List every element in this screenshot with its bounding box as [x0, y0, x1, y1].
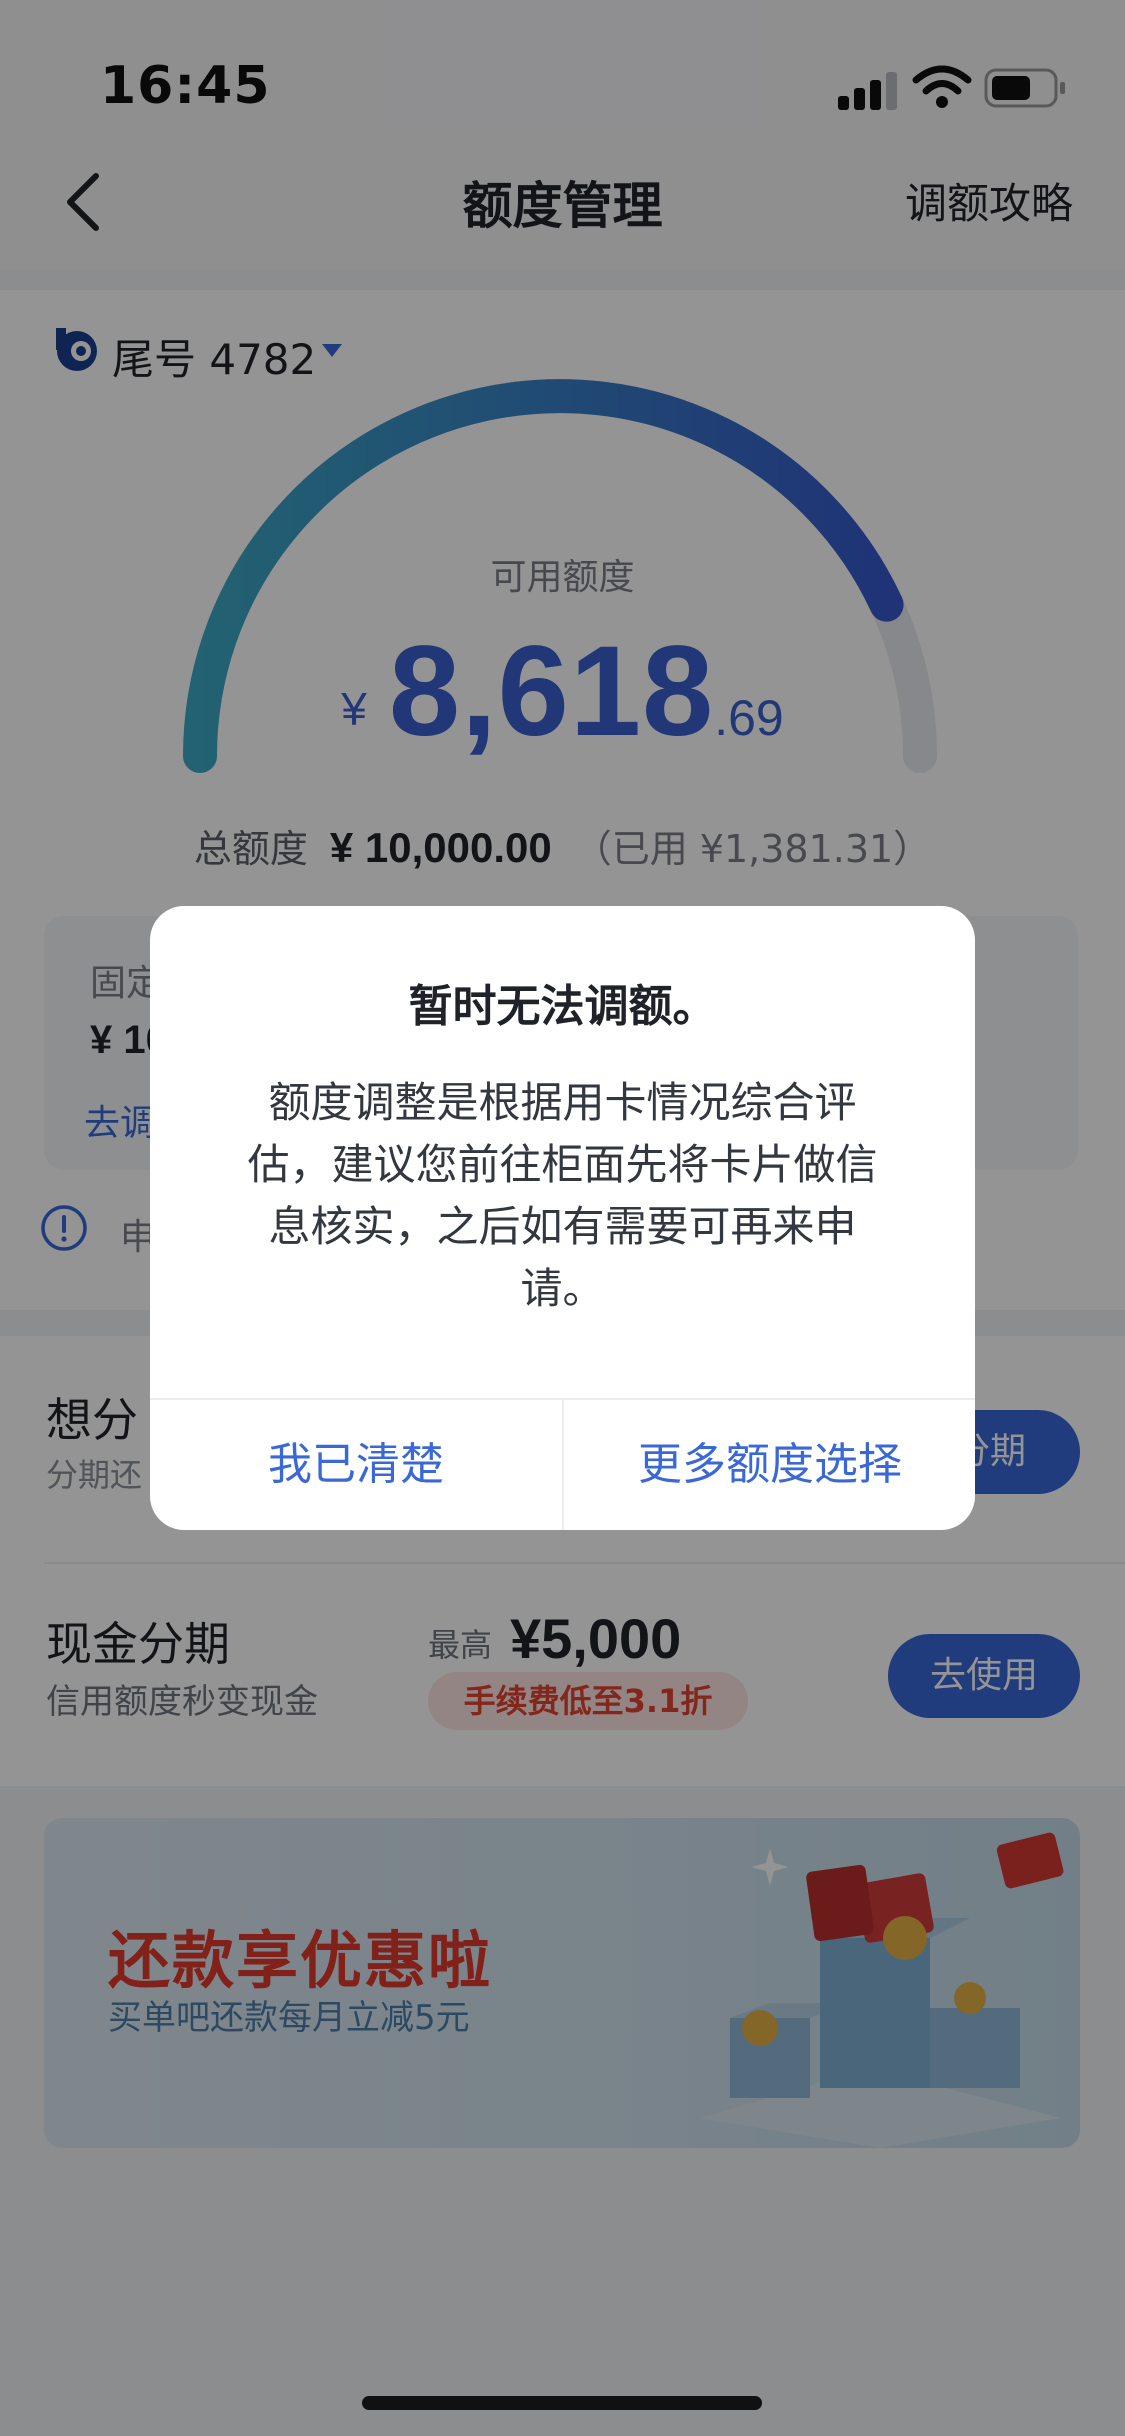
home-indicator [362, 2396, 762, 2410]
confirm-button[interactable]: 我已清楚 [150, 1400, 562, 1530]
alert-dialog: 暂时无法调额。 额度调整是根据用卡情况综合评估，建议您前往柜面先将卡片做信息核实… [150, 906, 975, 1530]
dialog-message: 额度调整是根据用卡情况综合评估，建议您前往柜面先将卡片做信息核实，之后如有需要可… [247, 1078, 878, 1313]
more-limit-options-button[interactable]: 更多额度选择 [564, 1400, 975, 1530]
dialog-title: 暂时无法调额。 [408, 981, 717, 1032]
